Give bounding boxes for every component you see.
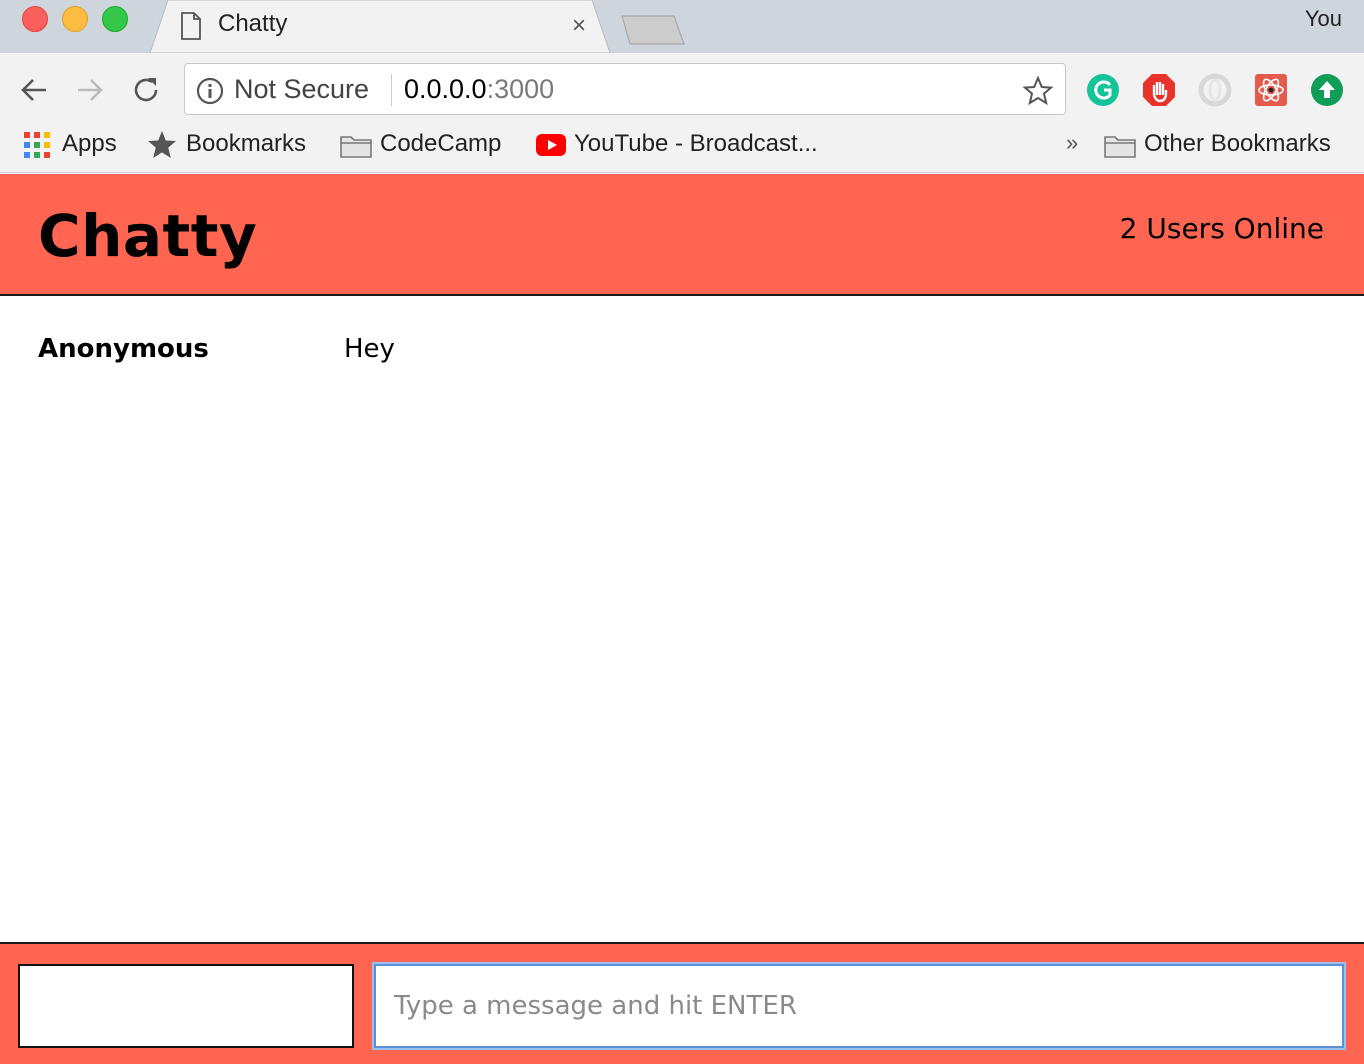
bookmark-other[interactable]: Other Bookmarks (1144, 130, 1331, 158)
bookmark-bookmarks[interactable]: Bookmarks (186, 130, 306, 158)
page-icon (181, 12, 201, 40)
new-tab-button[interactable] (620, 14, 686, 46)
url-text[interactable]: 0.0.0.0:3000 (404, 74, 554, 105)
bookmark-apps[interactable]: Apps (62, 130, 117, 158)
bookmark-youtube[interactable]: YouTube - Broadcast... (574, 130, 818, 158)
profile-label[interactable]: You (1305, 6, 1342, 32)
youtube-icon (536, 134, 566, 156)
url-port: :3000 (486, 74, 555, 104)
message-content: Hey (344, 334, 395, 364)
bookmark-star-icon[interactable] (1022, 75, 1054, 107)
minimize-window-button[interactable] (62, 6, 88, 32)
close-window-button[interactable] (22, 6, 48, 32)
url-host: 0.0.0.0 (404, 74, 487, 104)
back-arrow-icon[interactable] (18, 74, 50, 106)
security-label[interactable]: Not Secure (234, 74, 369, 105)
address-divider (391, 74, 392, 106)
adblock-icon[interactable] (1142, 73, 1176, 107)
tab-close-icon[interactable]: × (572, 12, 586, 40)
zoom-window-button[interactable] (102, 6, 128, 32)
bookmarks-star-icon (148, 131, 176, 158)
apps-grid-icon[interactable] (24, 132, 52, 160)
bookmarks-overflow-chevron[interactable]: » (1066, 130, 1078, 156)
info-icon[interactable] (196, 77, 224, 105)
folder-icon (1104, 136, 1136, 158)
users-online-count: 2 Users Online (1119, 212, 1324, 245)
react-devtools-icon[interactable] (1254, 73, 1288, 107)
bookmark-codecamp[interactable]: CodeCamp (380, 130, 501, 158)
upload-icon[interactable] (1310, 73, 1344, 107)
message-username: Anonymous (38, 334, 209, 364)
reload-icon[interactable] (130, 74, 162, 106)
opera-icon[interactable] (1198, 73, 1232, 107)
forward-arrow-icon[interactable] (74, 74, 106, 106)
app-title[interactable]: Chatty (38, 202, 257, 270)
tab-title: Chatty (218, 10, 288, 37)
grammarly-icon[interactable] (1086, 73, 1120, 107)
username-input[interactable] (18, 964, 354, 1048)
folder-icon (340, 136, 372, 158)
message-input[interactable] (374, 964, 1344, 1048)
